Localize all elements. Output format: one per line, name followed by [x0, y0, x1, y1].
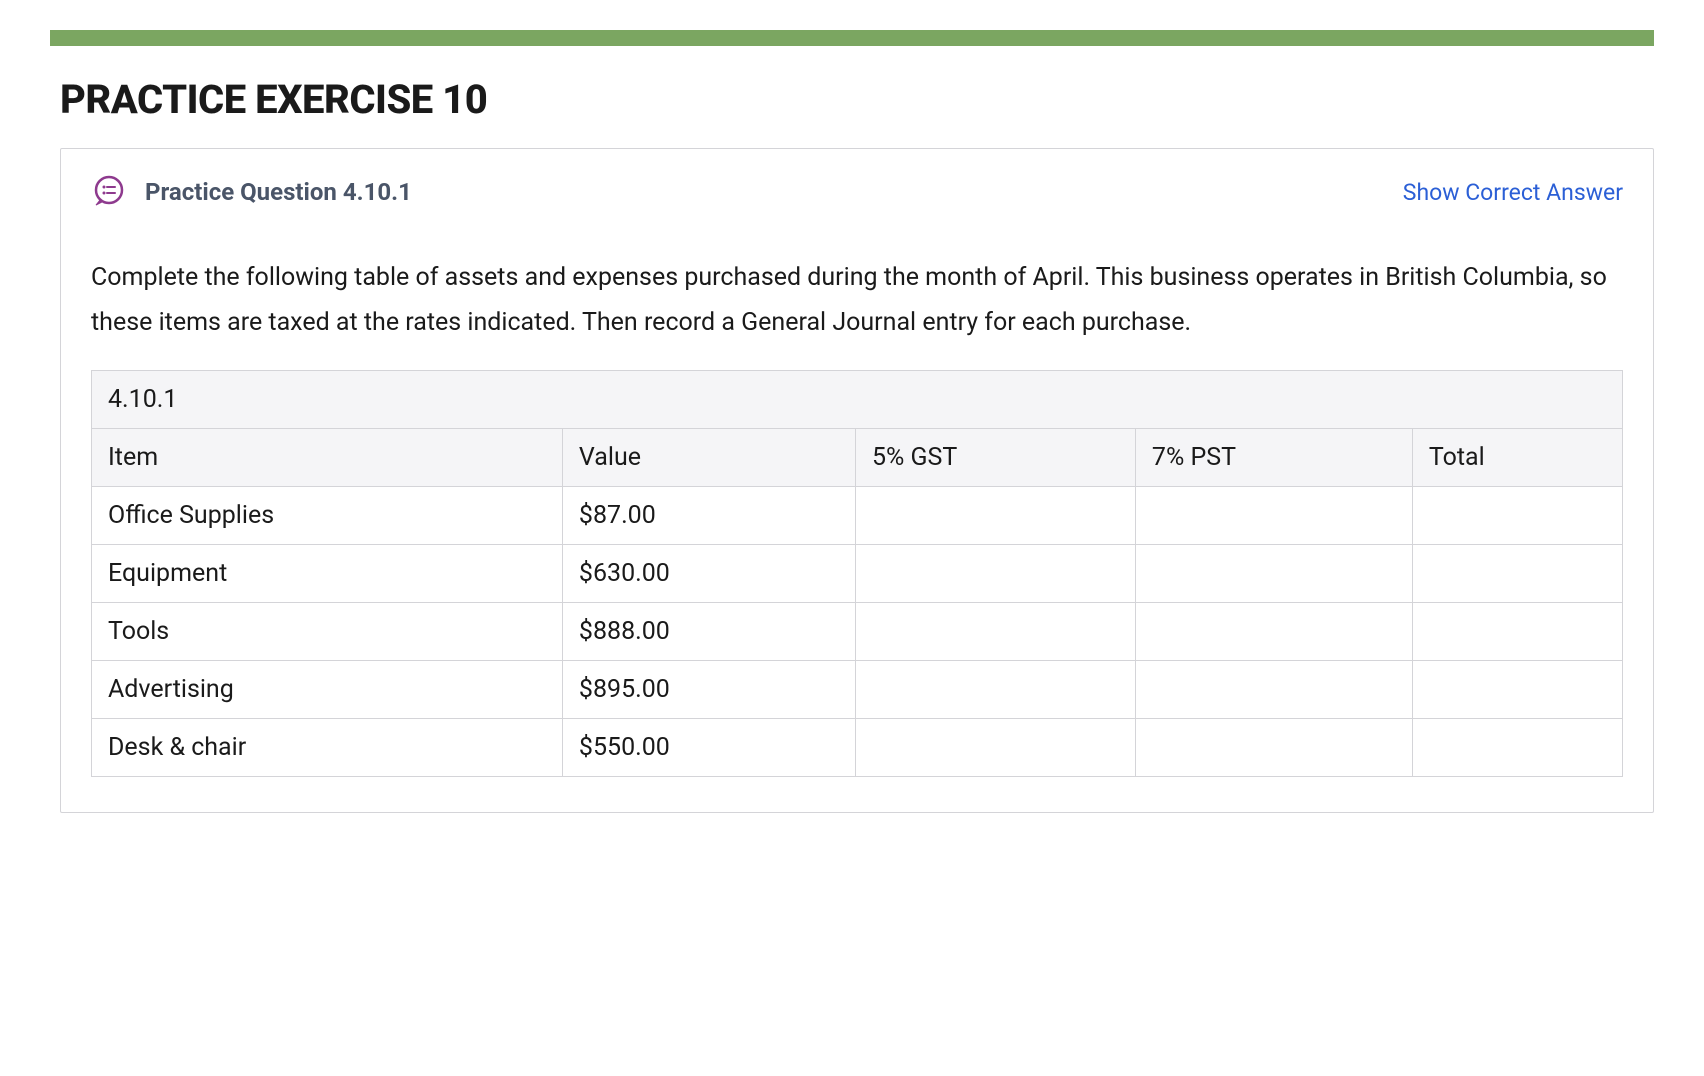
cell-gst — [855, 661, 1135, 719]
question-description: Complete the following table of assets a… — [91, 255, 1623, 345]
cell-pst — [1135, 545, 1412, 603]
cell-item: Desk & chair — [92, 719, 563, 777]
col-header-gst: 5% GST — [855, 429, 1135, 487]
cell-gst — [855, 545, 1135, 603]
table-header-row: Item Value 5% GST 7% PST Total — [92, 429, 1623, 487]
col-header-value: Value — [562, 429, 855, 487]
cell-value: $87.00 — [562, 487, 855, 545]
cell-item: Advertising — [92, 661, 563, 719]
cell-value: $630.00 — [562, 545, 855, 603]
cell-pst — [1135, 661, 1412, 719]
cell-pst — [1135, 603, 1412, 661]
cell-gst — [855, 487, 1135, 545]
top-accent-bar — [50, 30, 1654, 46]
cell-gst — [855, 603, 1135, 661]
cell-value: $550.00 — [562, 719, 855, 777]
question-icon — [91, 174, 127, 210]
cell-item: Equipment — [92, 545, 563, 603]
cell-total — [1412, 545, 1622, 603]
col-header-pst: 7% PST — [1135, 429, 1412, 487]
col-header-total: Total — [1412, 429, 1622, 487]
cell-item: Office Supplies — [92, 487, 563, 545]
cell-total — [1412, 603, 1622, 661]
cell-value: $895.00 — [562, 661, 855, 719]
table-row: Tools $888.00 — [92, 603, 1623, 661]
data-table: 4.10.1 Item Value 5% GST 7% PST Total Of… — [91, 370, 1623, 777]
cell-total — [1412, 487, 1622, 545]
cell-total — [1412, 661, 1622, 719]
table-number-cell: 4.10.1 — [92, 371, 1623, 429]
table-row: Advertising $895.00 — [92, 661, 1623, 719]
table-row: Office Supplies $87.00 — [92, 487, 1623, 545]
show-answer-link[interactable]: Show Correct Answer — [1403, 179, 1623, 206]
cell-pst — [1135, 719, 1412, 777]
header-left: Practice Question 4.10.1 — [91, 174, 412, 210]
table-number-row: 4.10.1 — [92, 371, 1623, 429]
card-header: Practice Question 4.10.1 Show Correct An… — [91, 174, 1623, 210]
cell-total — [1412, 719, 1622, 777]
question-card: Practice Question 4.10.1 Show Correct An… — [60, 148, 1654, 813]
col-header-item: Item — [92, 429, 563, 487]
question-title: Practice Question 4.10.1 — [145, 178, 412, 206]
cell-pst — [1135, 487, 1412, 545]
page-title: PRACTICE EXERCISE 10 — [60, 76, 1654, 123]
cell-value: $888.00 — [562, 603, 855, 661]
cell-item: Tools — [92, 603, 563, 661]
cell-gst — [855, 719, 1135, 777]
table-row: Desk & chair $550.00 — [92, 719, 1623, 777]
table-row: Equipment $630.00 — [92, 545, 1623, 603]
